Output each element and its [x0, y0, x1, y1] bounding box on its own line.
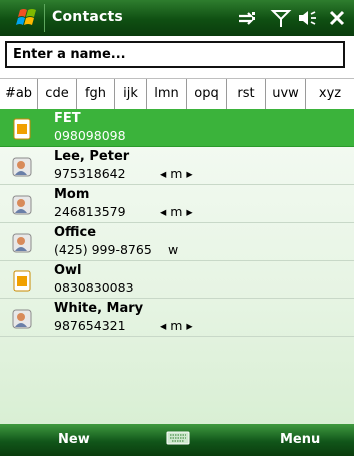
tab-rst[interactable]: rst	[227, 79, 266, 109]
keyboard-icon[interactable]	[166, 430, 190, 446]
sim-card-icon	[13, 118, 31, 140]
search-input[interactable]: Enter a name...	[5, 41, 345, 68]
contact-number: 246813579	[54, 204, 126, 219]
title-bar: Contacts	[0, 0, 354, 36]
tab-cde[interactable]: cde	[38, 79, 77, 109]
volume-icon[interactable]	[296, 8, 318, 28]
contact-number: 987654321	[54, 318, 126, 333]
contact-card-icon	[12, 233, 32, 253]
search-area: Enter a name...	[0, 36, 354, 78]
tab-fgh[interactable]: fgh	[77, 79, 115, 109]
contact-name: Mom	[54, 187, 90, 202]
contact-name: Lee, Peter	[54, 149, 130, 164]
letter-tabs: #ab cde fgh ijk lmn opq rst uvw xyz	[0, 78, 354, 110]
contact-row-white-mary[interactable]: White, Mary 987654321 ◂ m ▸	[0, 299, 354, 337]
tab-lmn[interactable]: lmn	[147, 79, 187, 109]
new-button[interactable]: New	[58, 432, 90, 447]
contact-card-icon	[12, 309, 32, 329]
number-type-selector[interactable]: ◂ m ▸	[160, 318, 193, 333]
contact-row-owl[interactable]: Owl 0830830083	[0, 261, 354, 299]
contact-name: White, Mary	[54, 301, 144, 316]
contact-list: FET 098098098 Lee, Peter 975318642 ◂ m ▸…	[0, 109, 354, 424]
contact-name: FET	[54, 111, 81, 126]
contact-card-icon	[12, 157, 32, 177]
sim-card-icon	[13, 270, 31, 292]
contact-number: 975318642	[54, 166, 126, 181]
contact-number: 098098098	[54, 128, 126, 143]
menu-button[interactable]: Menu	[280, 432, 320, 447]
contacts-screen: Contacts Enter a name... #ab cde fgh ijk…	[0, 0, 354, 456]
contact-number: 0830830083	[54, 280, 134, 295]
title-separator	[44, 4, 45, 32]
contact-name: Office	[54, 225, 97, 240]
soft-key-bar: New Menu	[0, 424, 354, 456]
app-title: Contacts	[52, 9, 123, 25]
tab-ijk[interactable]: ijk	[115, 79, 147, 109]
tab-opq[interactable]: opq	[187, 79, 227, 109]
contact-row-office[interactable]: Office (425) 999-8765 w	[0, 223, 354, 261]
contact-row-fet[interactable]: FET 098098098	[0, 109, 354, 147]
contact-name: Owl	[54, 263, 82, 278]
number-type-selector[interactable]: ◂ m ▸	[160, 166, 193, 181]
tab-ab[interactable]: #ab	[0, 79, 38, 109]
close-icon[interactable]	[326, 8, 348, 28]
contact-card-icon	[12, 195, 32, 215]
number-type-selector[interactable]: ◂ m ▸	[160, 204, 193, 219]
windows-start-icon[interactable]	[6, 5, 46, 31]
contact-number: (425) 999-8765	[54, 242, 152, 257]
contact-row-lee-peter[interactable]: Lee, Peter 975318642 ◂ m ▸	[0, 147, 354, 185]
number-type-label: w	[168, 242, 179, 257]
signal-icon[interactable]	[270, 8, 292, 28]
connectivity-icon[interactable]	[236, 8, 258, 28]
contact-row-mom[interactable]: Mom 246813579 ◂ m ▸	[0, 185, 354, 223]
tab-xyz[interactable]: xyz	[306, 79, 354, 109]
tab-uvw[interactable]: uvw	[266, 79, 306, 109]
